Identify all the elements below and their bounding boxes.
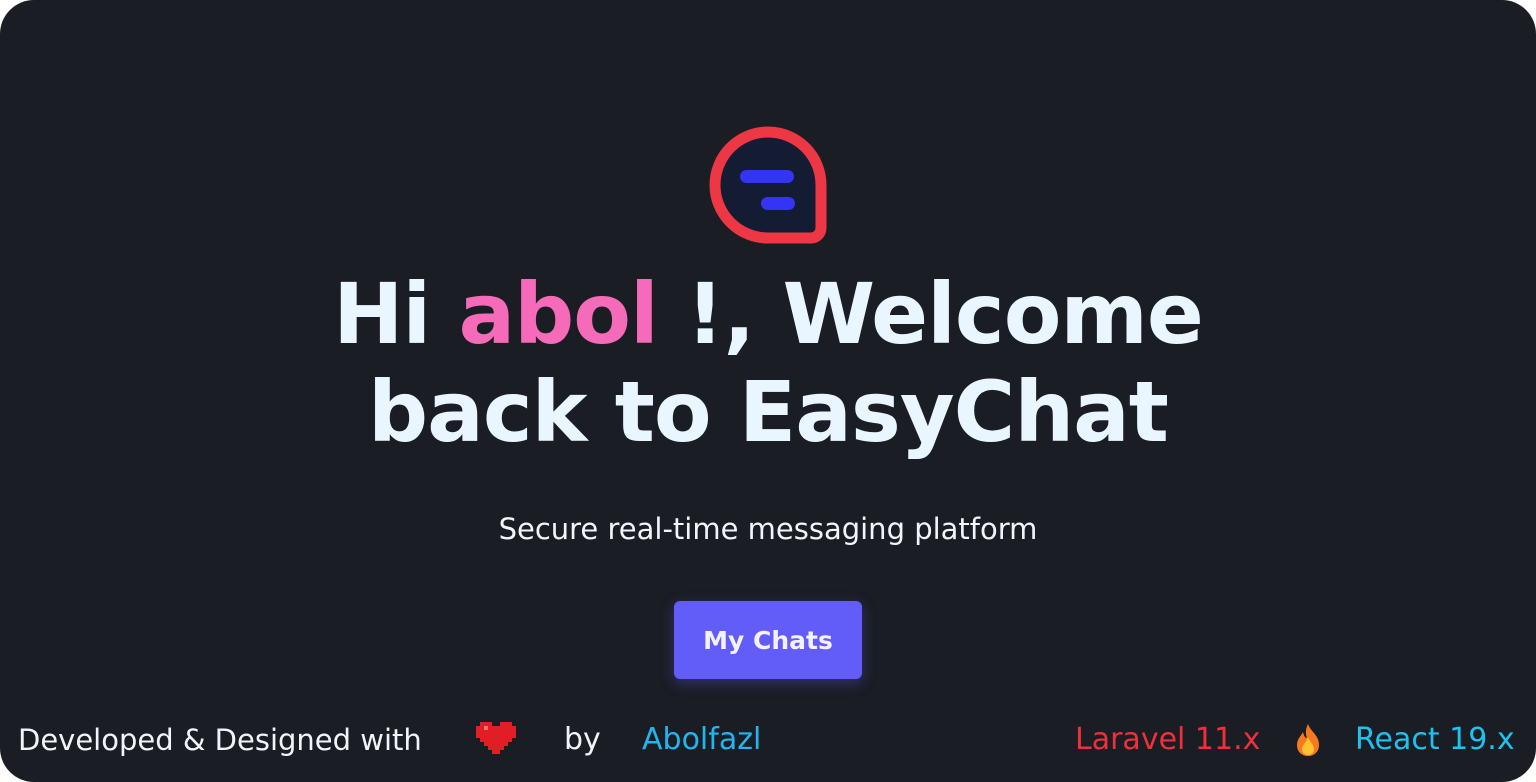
app-logo-icon (709, 126, 827, 244)
heading-greeting: Hi (333, 265, 459, 363)
react-version: React 19.x (1355, 722, 1515, 757)
by-text: by (564, 722, 601, 757)
my-chats-button[interactable]: My Chats (674, 601, 862, 679)
heart-icon (476, 722, 516, 754)
author-link[interactable]: Abolfazl (642, 720, 761, 760)
welcome-heading-line2: back to EasyChat (368, 363, 1169, 461)
fire-icon (1297, 724, 1319, 756)
heading-suffix: !, Welcome (657, 265, 1204, 363)
tagline: Secure real-time messaging platform (498, 512, 1038, 546)
heading-username: abol (458, 265, 658, 363)
laravel-version: Laravel 11.x (1075, 722, 1261, 757)
welcome-heading-line1: Hi abol !, Welcome (0, 264, 1536, 364)
developed-text: Developed & Designed with (18, 723, 422, 757)
welcome-screen: Hi abol !, Welcome back to EasyChat Secu… (0, 0, 1536, 782)
